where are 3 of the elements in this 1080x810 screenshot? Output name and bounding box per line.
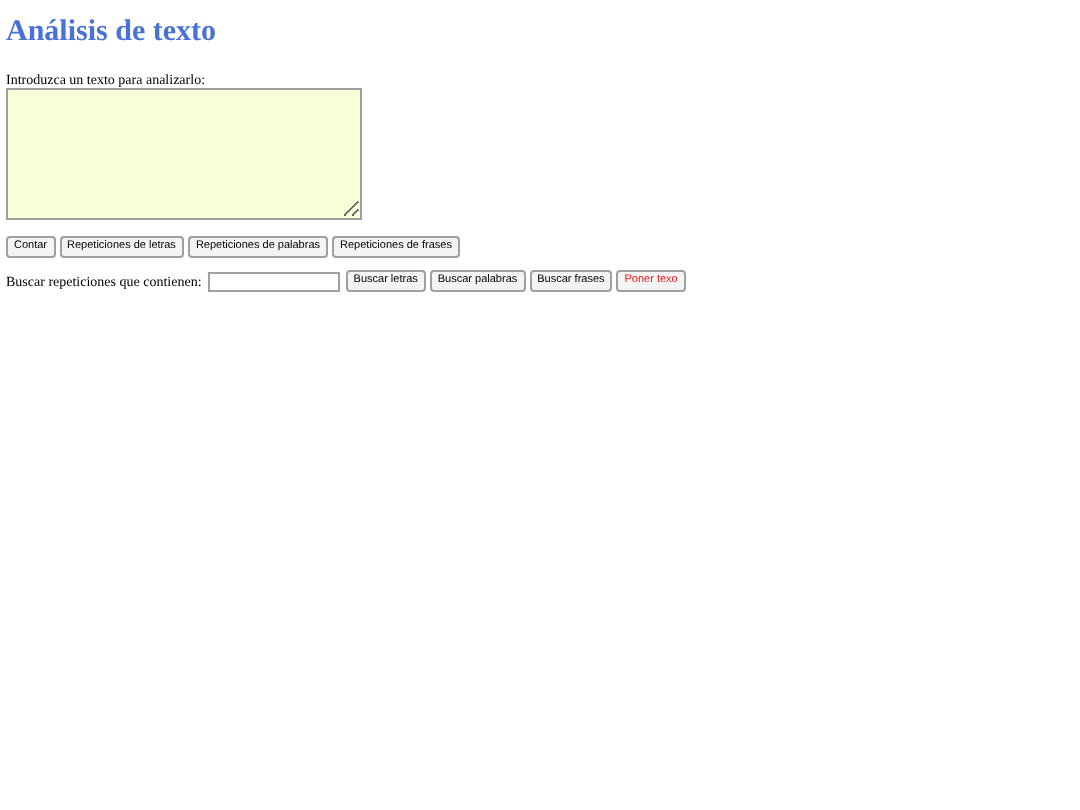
text-input-area[interactable]	[6, 88, 362, 220]
search-field[interactable]	[207, 271, 340, 291]
page-title: Análisis de texto	[6, 14, 218, 52]
